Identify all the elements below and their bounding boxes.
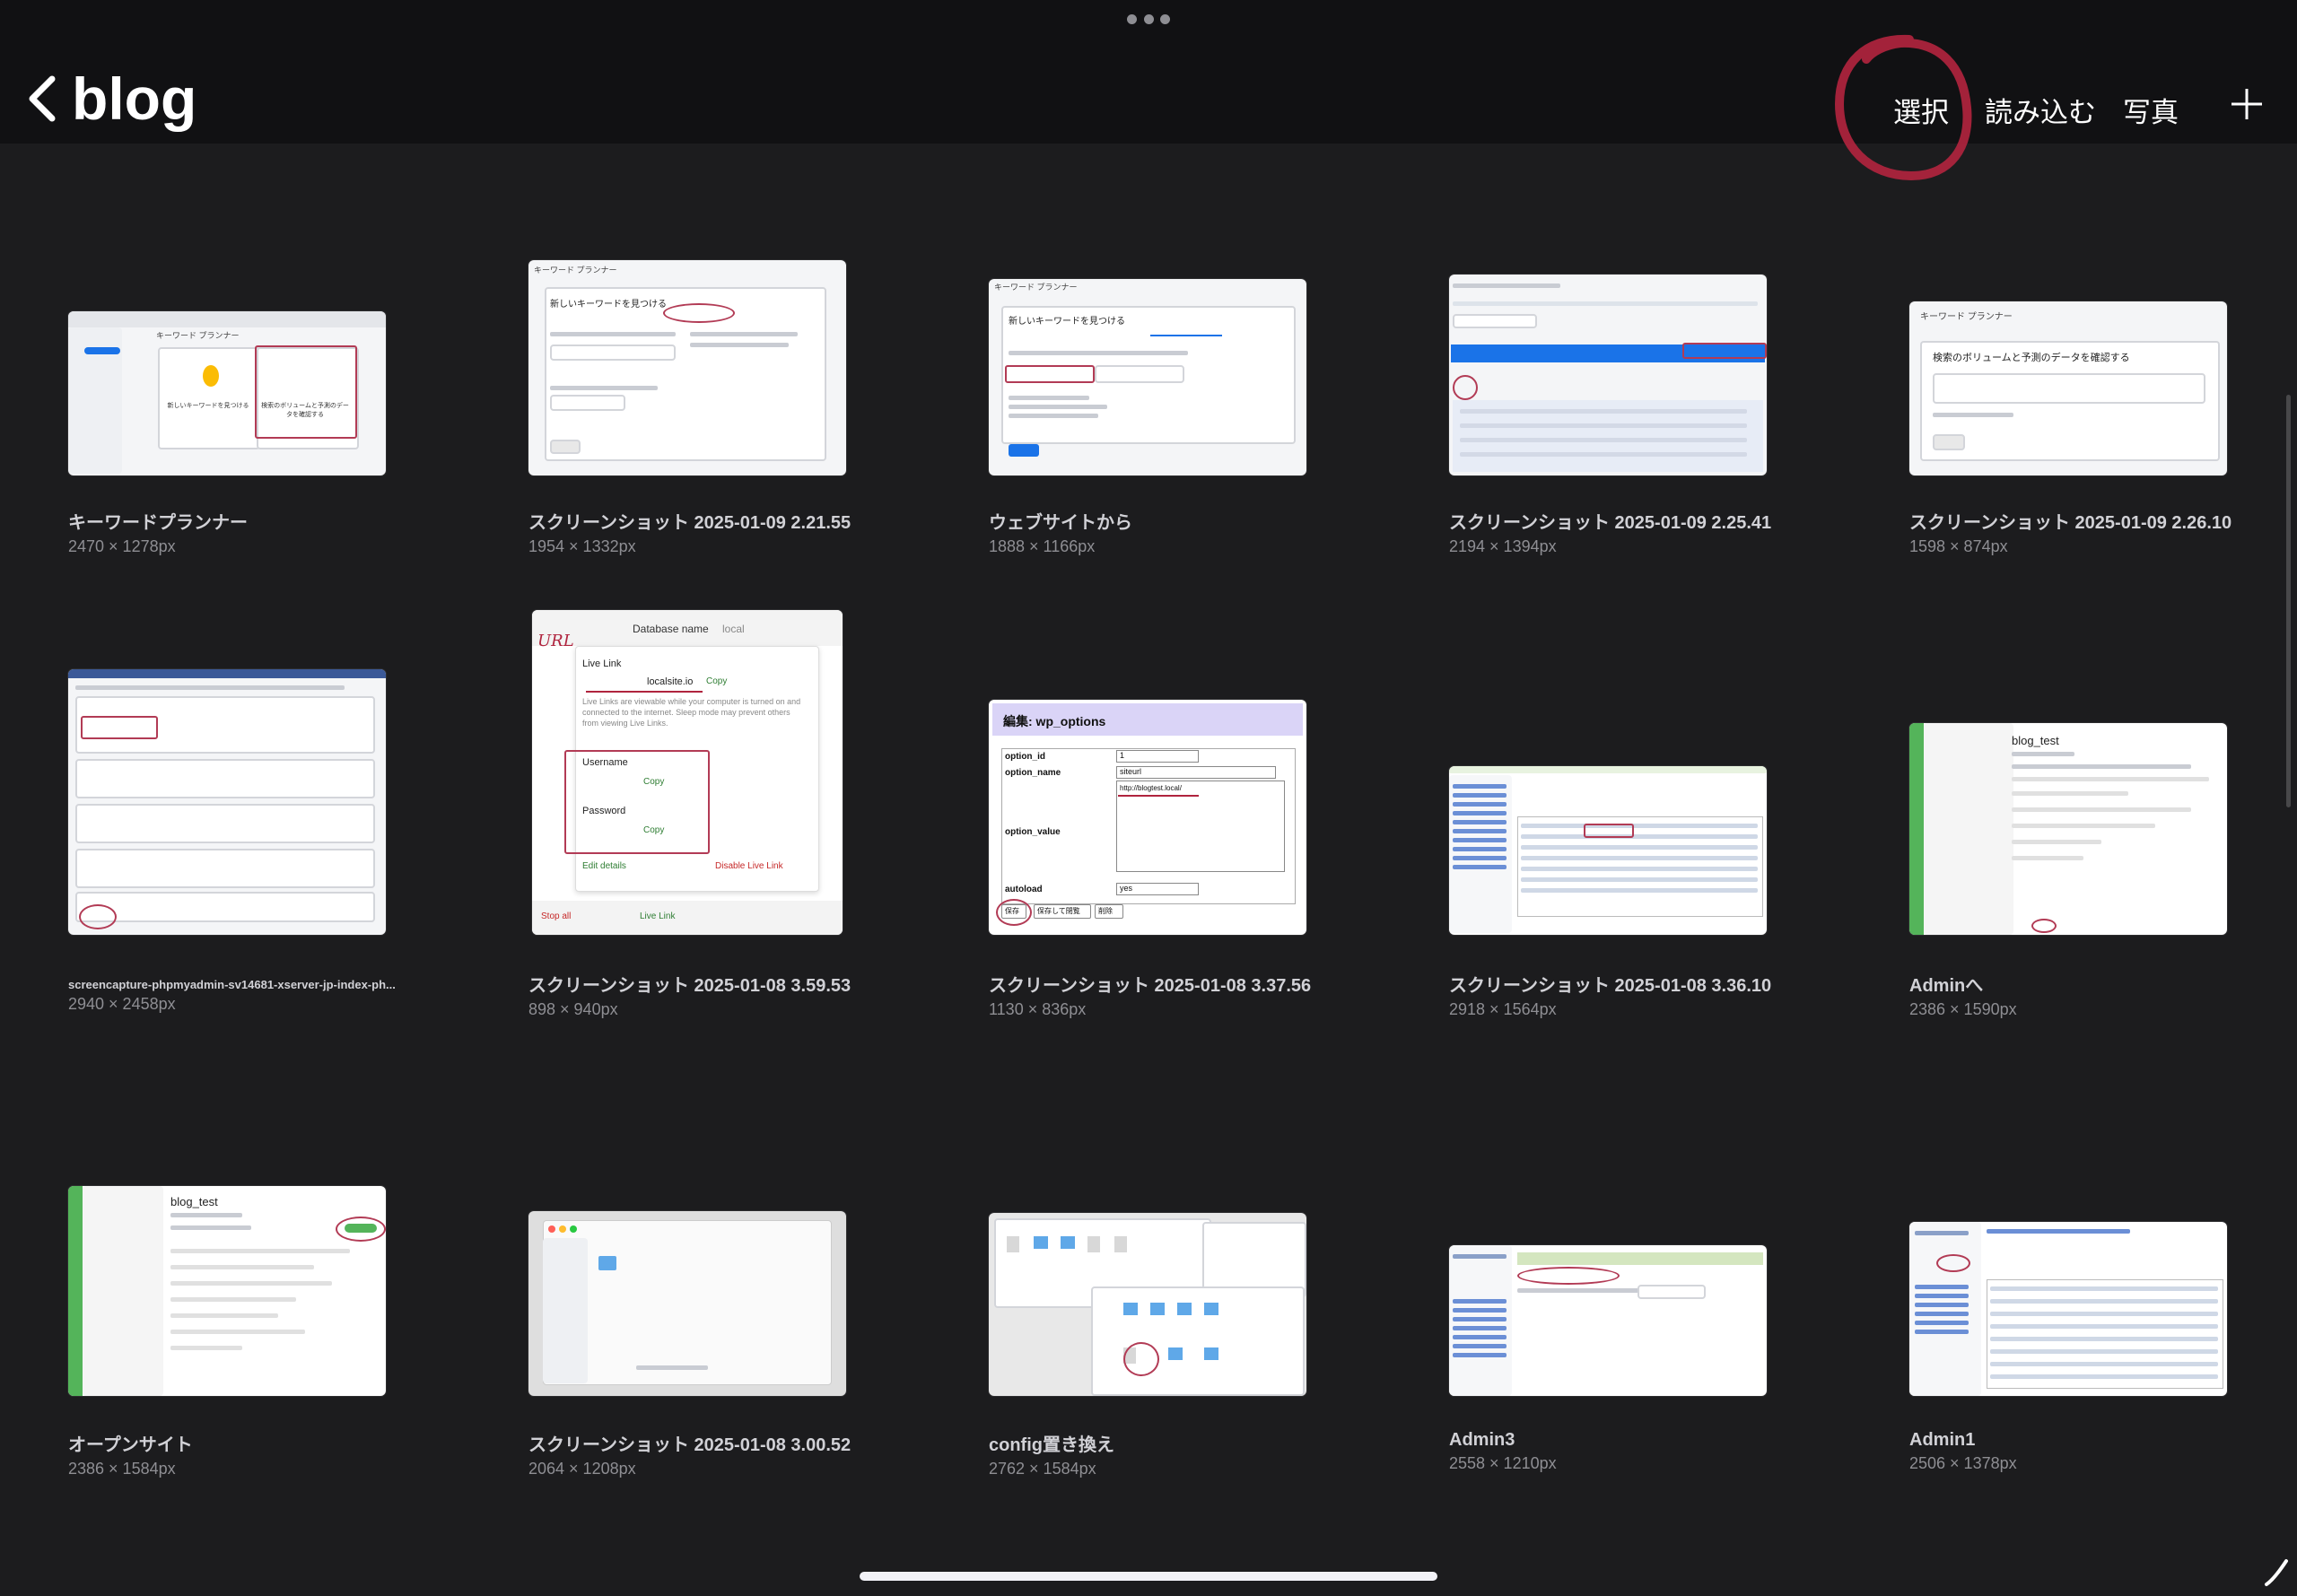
thumbnail[interactable] [1449,1245,1767,1396]
item-size: 898 × 940px [528,1000,618,1018]
thumbnail[interactable] [68,669,386,935]
item-size: 1598 × 874px [1909,537,2008,555]
item-size: 1888 × 1166px [989,537,1096,555]
thumbnail[interactable]: キーワード プランナー 検索のボリュームと予測のデータを確認する [1909,301,2227,475]
thumbnail[interactable]: blog_test [1909,723,2227,935]
lightbulb-icon [203,365,219,387]
item-size: 2762 × 1584px [989,1460,1096,1478]
item-name: Adminへ [1909,976,1984,996]
item-name: スクリーンショット 2025-01-08 3.00.52 [528,1435,852,1455]
thumbnail[interactable] [989,1213,1306,1396]
scrollbar[interactable] [2286,395,2291,807]
item-size: 2064 × 1208px [528,1460,636,1478]
item-name: ウェブサイトから [989,513,1132,533]
thumbnail[interactable] [1909,1222,2227,1396]
item-size: 2918 × 1564px [1449,1000,1557,1018]
back-button[interactable]: blog [23,59,197,138]
item-name: オープンサイト [68,1435,193,1455]
item-size: 1130 × 836px [989,1000,1087,1018]
thumbnail[interactable] [528,1211,846,1396]
thumbnail[interactable] [1449,275,1767,475]
thumbnail[interactable]: キーワード プランナー 新しいキーワードを見つける [989,279,1306,475]
thumbnail[interactable]: blog_test [68,1186,386,1396]
multitasking-dots-icon[interactable] [1127,14,1170,25]
item-size: 2386 × 1590px [1909,1000,2017,1018]
thumbnail[interactable]: キーワード プランナー 新しいキーワードを見つける [528,260,846,475]
item-name: Admin1 [1909,1430,1976,1450]
item-size: 2558 × 1210px [1449,1454,1557,1472]
item-name: スクリーンショット 2025-01-08 3.37.56 [989,976,1312,996]
thumbnail[interactable] [1449,766,1767,935]
item-size: 2386 × 1584px [68,1460,176,1478]
photo-button[interactable]: 写真 [2123,90,2179,130]
item-name: スクリーンショット 2025-01-09 2.21.55 [528,513,852,533]
item-name: スクリーンショット 2025-01-09 2.25.41 [1449,513,1772,533]
thumbnail[interactable]: Database name local URL Live Link locals… [532,610,843,935]
item-size: 2506 × 1378px [1909,1454,2017,1472]
item-name: キーワードプランナー [68,513,248,533]
folder-icon [598,1256,616,1270]
import-button[interactable]: 読み込む [1985,90,2096,130]
item-name: Admin3 [1449,1430,1515,1450]
item-name: スクリーンショット 2025-01-09 2.26.10 [1909,513,2232,533]
item-size: 2940 × 2458px [68,995,176,1013]
item-size: 2194 × 1394px [1449,537,1557,555]
item-size: 2470 × 1278px [68,537,176,555]
thumbnail[interactable]: キーワード プランナー 新しいキーワードを見つける 検索のボリュームと予測のデー… [68,311,386,475]
item-name: スクリーンショット 2025-01-08 3.36.10 [1449,976,1772,996]
thumbnail[interactable]: 編集: wp_options option_id 1 option_name s… [989,700,1306,935]
page-title: blog [72,65,197,132]
select-button[interactable]: 選択 [1893,90,1949,130]
item-name: スクリーンショット 2025-01-08 3.59.53 [528,976,852,996]
item-name: config置き換え [989,1435,1114,1455]
pencil-icon[interactable] [2261,1557,2292,1588]
item-size: 1954 × 1332px [528,537,636,555]
item-name: screencapture-phpmyadmin-sv14681-xserver… [68,978,396,991]
chevron-left-icon [29,75,56,122]
home-indicator[interactable] [860,1572,1437,1581]
plus-icon[interactable] [2229,86,2265,122]
